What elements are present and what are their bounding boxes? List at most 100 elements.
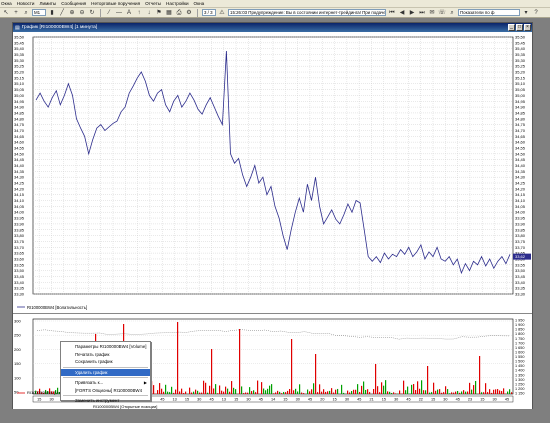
y-tick-label-left: 33,90 [14,221,25,226]
help-icon[interactable]: ? [532,9,540,17]
volume-bar [181,388,183,394]
context-menu-item[interactable]: Заменить инструмент [61,397,150,405]
menu-item[interactable]: Отчеты [145,0,161,8]
volume-bar [471,389,473,394]
dropdown-icon[interactable]: ▾ [522,9,530,17]
volume-bar [455,391,457,394]
volume-bar [253,390,255,394]
arrow-down-icon[interactable]: ↓ [145,9,153,17]
window-titlebar[interactable]: ▤ График [RI100000BW4] [1 минута] _ □ × [13,23,532,32]
context-menu-item[interactable]: Привязать к... ▶ [61,379,150,387]
phone-icon[interactable]: ☏ [438,9,446,17]
volume-bar [387,391,389,394]
volume-bar [289,388,291,394]
line-icon[interactable]: ╱ [58,9,66,17]
zoom-in-icon[interactable]: ⊕ [68,9,76,17]
oi-y-label: 1 300 [515,378,525,382]
y-tick-label-left: 35,20 [14,70,25,75]
volume-y-label: 200 [14,347,21,352]
price-chart[interactable]: 35,50 35,5035,45 35,4535,40 35,4035,35 35,35… [13,32,532,313]
volume-bar [367,389,369,394]
maximize-button[interactable]: □ [516,24,523,31]
volume-bar [205,382,207,394]
mail-icon[interactable]: ✉ [428,9,436,17]
volume-bar [457,390,459,394]
volume-bar [275,392,277,394]
volume-bar [263,388,265,394]
indicator-search-input[interactable]: Показатели по ф [458,9,520,16]
volume-bar [355,389,357,394]
next-icon[interactable]: ▶ [408,9,416,17]
volume-bar [483,392,485,394]
menu-item[interactable]: Лимиты [39,0,56,8]
arrow-up-icon[interactable]: ↑ [135,9,143,17]
interval-selector[interactable]: M1 [32,9,46,16]
menu-item[interactable]: Настройки [166,0,189,8]
y-tick-label-right: 34,00 [515,210,526,215]
grid-icon[interactable]: ▦ [165,9,173,17]
volume-bar [347,390,349,394]
close-button[interactable]: × [524,24,531,31]
volume-bar [151,381,153,394]
context-menu-item-label: Удалить график [75,369,108,375]
volume-bar [427,366,429,394]
flag-icon[interactable]: ⚑ [155,9,163,17]
context-menu-item[interactable]: Удалить график [61,368,150,376]
volume-bar [481,392,483,394]
first-icon[interactable]: ⏮ [388,9,396,17]
volume-bar [431,392,433,394]
horizontal-line-icon[interactable]: — [115,9,123,17]
volume-bar [459,392,461,394]
search-icon[interactable]: ⌕ [448,9,456,17]
settings-icon[interactable]: ⚙ [185,9,193,17]
print-icon[interactable]: ⎙ [175,9,183,17]
zoom-out-icon[interactable]: ⊖ [78,9,86,17]
volume-bar [487,392,489,394]
crosshair-icon[interactable]: + [12,9,20,17]
y-tick-label-right: 35,25 [515,64,526,69]
volume-bar [233,387,235,394]
price-chart-panel[interactable]: 35,50 35,50 35,45 35,45 35,40 35,40 35,35 35,35… [13,32,532,313]
y-tick-label-right: 34,50 [515,151,526,156]
trend-line-icon[interactable]: ⁄ [105,9,113,17]
menu-item[interactable]: Окна [194,0,205,8]
menu-item[interactable]: Окна [1,0,12,8]
volume-bar [175,389,177,394]
y-tick-label-right: 35,05 [515,87,526,92]
oi-y-label: 1 550 [515,355,525,359]
arrow-icon[interactable]: ↖ [2,9,10,17]
y-tick-label-right: 33,90 [515,221,526,226]
y-tick-label-left: 33,80 [14,233,25,238]
y-tick-label-right: 34,05 [515,204,526,209]
volume-bar [501,391,503,394]
minimize-button[interactable]: _ [508,24,515,31]
menu-item[interactable]: Сообщения [61,0,86,8]
volume-bar [417,381,419,394]
context-menu-item[interactable]: Печатать график [61,351,150,359]
last-icon[interactable]: ⏭ [418,9,426,17]
volume-bar [489,389,491,394]
context-menu-item-label: [FORTS Опционы] RI100000BW4 [75,387,143,393]
text-icon[interactable]: A [125,9,133,17]
y-tick-label-right: 35,10 [515,81,526,86]
message-ticker[interactable]: 15:26:03 Предупреждение: Вы в состоянии … [228,9,386,16]
zoom-icon[interactable]: ⌕ [22,9,30,17]
volume-bar [441,392,443,394]
time-tick-label: 15 [382,398,386,402]
oi-y-label: 1 400 [515,369,525,373]
volume-bar [241,386,243,394]
volume-bar [209,385,211,394]
refresh-icon[interactable]: ↻ [88,9,96,17]
context-menu-item-label: Привязать к... [75,380,104,385]
context-menu-item[interactable]: [FORTS Опционы] RI100000BW4 [61,387,150,395]
volume-bar [429,392,431,394]
y-tick-label-right: 35,40 [515,46,526,51]
prev-icon[interactable]: ◀ [398,9,406,17]
volume-bar [373,389,375,394]
volume-bar [327,391,329,394]
candle-icon[interactable]: ▮ [48,9,56,17]
context-menu-item[interactable]: Сохранить график [61,358,150,366]
menu-item[interactable]: Неторговые поручения [91,0,140,8]
menu-item[interactable]: Новости [17,0,35,8]
context-menu-item[interactable]: Параметры RI100000BW4 [Volume] [61,343,150,351]
